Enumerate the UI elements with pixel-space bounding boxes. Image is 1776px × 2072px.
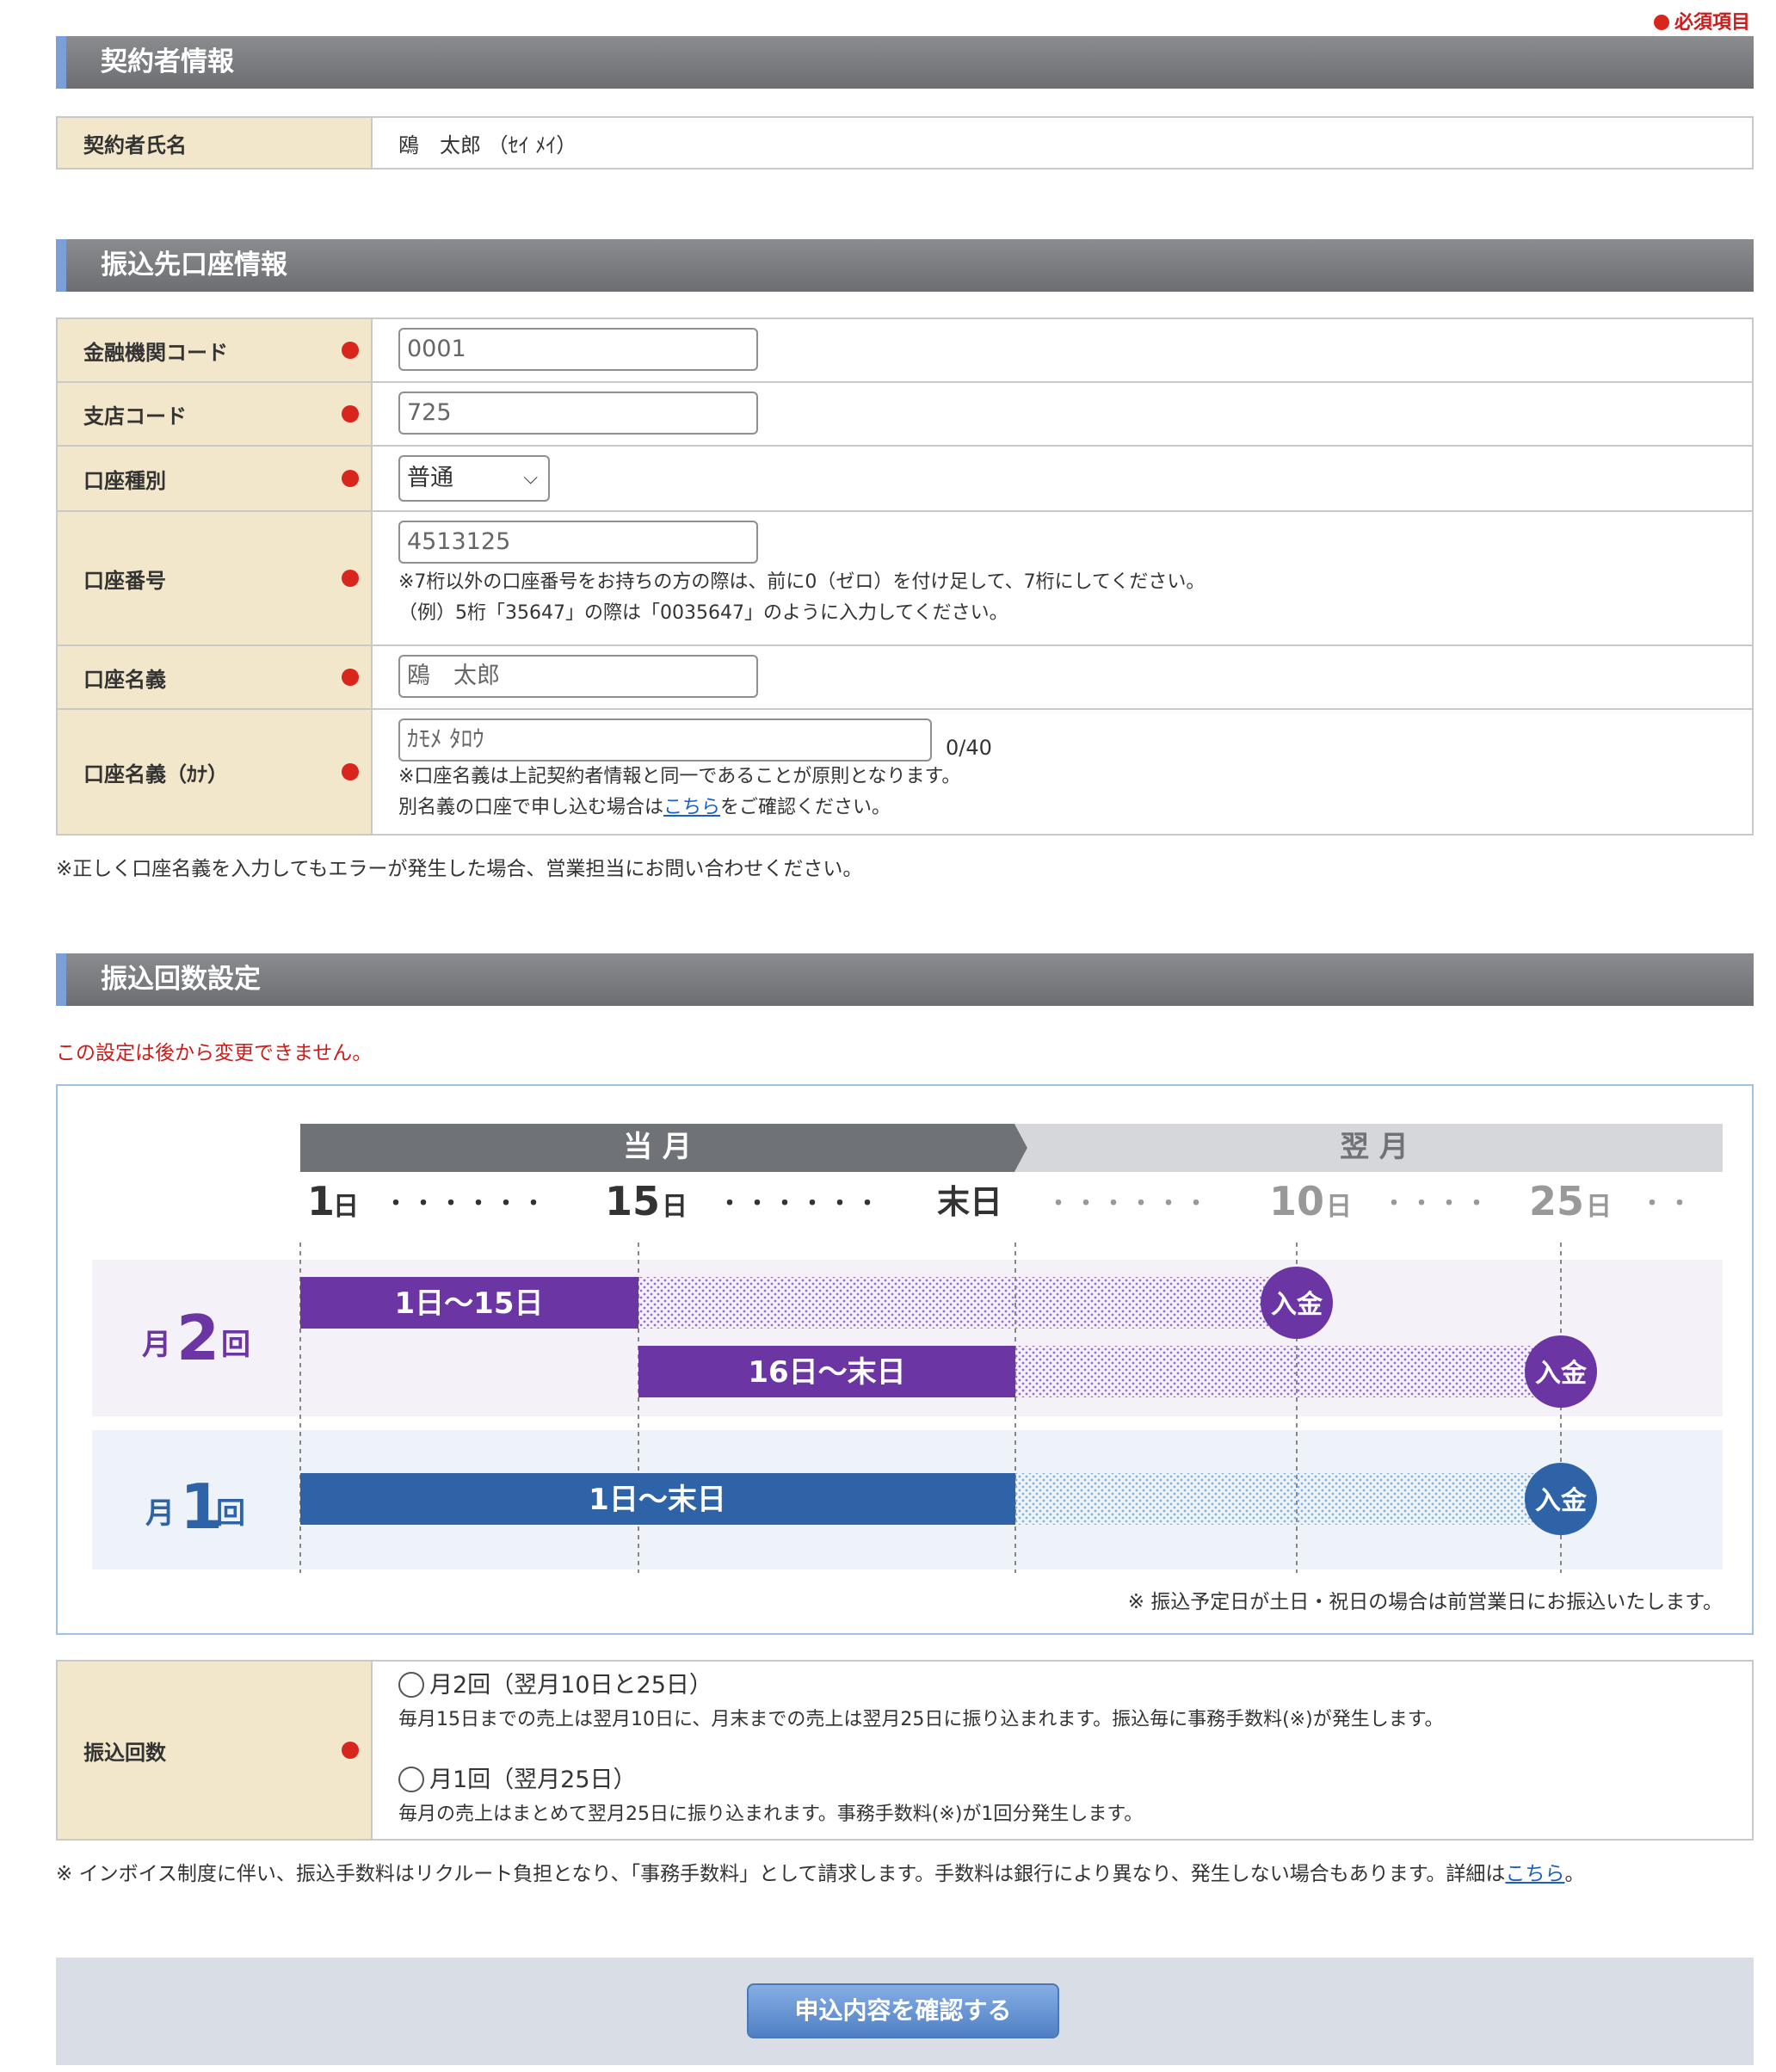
deposit-label-25th: 入金: [1535, 1359, 1588, 1389]
schedule-diagram-svg: 当 月 翌 月 1 日 ・・・・・・ 15 日 ・・・・・・ 末日 ・・・・・・…: [92, 1124, 1723, 1613]
contractor-row: 契約者氏名 鴎 太郎 （ｾｲ ﾒｲ）: [58, 118, 1752, 170]
period-bar-16-end-label: 16日～末日: [748, 1355, 905, 1390]
day1-unit: 日: [333, 1192, 359, 1222]
schedule-diagram: 当 月 翌 月 1 日 ・・・・・・ 15 日 ・・・・・・ 末日 ・・・・・・…: [56, 1084, 1754, 1635]
option-once[interactable]: 月1回（翌月25日）: [398, 1763, 1752, 1798]
account-type-select[interactable]: 普通 ⌵: [398, 455, 550, 502]
day15-unit: 日: [662, 1192, 688, 1222]
day25-number: 25: [1529, 1178, 1584, 1224]
details-link[interactable]: こちら: [1505, 1863, 1564, 1885]
timeline-dots-c: ・・・・・・: [1047, 1191, 1212, 1217]
twice-label-number: 2: [176, 1302, 219, 1374]
frequency-row: 振込回数 月2回（翌月10日と25日） 毎月15日までの売上は翌月10日に、月末…: [58, 1662, 1752, 1841]
wait-band-1: [638, 1277, 1292, 1329]
period-bar-1-end-label: 1日～末日: [589, 1483, 726, 1517]
period-bar-1-15-label: 1日～15日: [395, 1286, 544, 1321]
bank-code-input[interactable]: 0001: [398, 328, 758, 371]
required-dot-icon: [342, 570, 359, 587]
account-number-note: ※7桁以外の口座番号をお持ちの方の際は、前に0（ゼロ）を付け足して、7桁にしてく…: [398, 571, 1206, 593]
account-number-input[interactable]: 4513125: [398, 521, 758, 564]
timeline-dots-e: ・・: [1641, 1191, 1696, 1217]
frequency-label: 振込回数: [83, 1740, 166, 1765]
holder-kana-note-2: 別名義の口座で申し込む場合はこちらをご確認ください。: [398, 797, 891, 818]
holder-kana-note: ※口座名義は上記契約者情報と同一であることが原則となります。: [398, 766, 961, 787]
deposit-label-once: 入金: [1535, 1486, 1588, 1516]
branch-code-row: 支店コード 725: [58, 383, 1752, 447]
current-month-label: 当 月: [623, 1130, 692, 1164]
char-counter: 0/40: [946, 736, 992, 760]
radio-once[interactable]: [398, 1767, 424, 1792]
next-month-label: 翌 月: [1340, 1130, 1409, 1164]
account-number-label: 口座番号: [83, 568, 166, 593]
option-once-desc: 毎月の売上はまとめて翌月25日に振り込まれます。事務手数料(※)が1回分発生しま…: [398, 1804, 1144, 1825]
diagram-note: ※ 振込予定日が土日・祝日の場合は前営業日にお振込いたします。: [1128, 1591, 1723, 1613]
wait-band-3: [1015, 1473, 1557, 1525]
once-label-prefix: 月: [145, 1496, 175, 1531]
day15-number: 15: [605, 1178, 660, 1224]
account-type-row: 口座種別 普通 ⌵: [58, 447, 1752, 512]
holder-name-input[interactable]: 鴎 太郎: [398, 655, 758, 698]
twice-label-suffix: 回: [221, 1328, 250, 1362]
twice-label-prefix: 月: [142, 1328, 171, 1362]
account-type-label: 口座種別: [83, 468, 166, 493]
confirm-button[interactable]: 申込内容を確認する: [747, 1983, 1059, 2038]
bank-code-row: 金融機関コード 0001: [58, 319, 1752, 383]
frequency-warning: この設定は後から変更できません。: [56, 1042, 373, 1064]
option-twice-desc: 毎月15日までの売上は翌月10日に、月末までの売上は翌月25日に振り込まれます。…: [398, 1709, 1444, 1730]
wait-band-2: [1015, 1346, 1557, 1397]
required-dot-icon: [342, 763, 359, 780]
frequency-table: 振込回数 月2回（翌月10日と25日） 毎月15日までの売上は翌月10日に、月末…: [56, 1660, 1754, 1841]
account-footnote: ※正しく口座名義を入力してもエラーが発生した場合、営業担当にお問い合わせください…: [56, 858, 863, 880]
day10-number: 10: [1269, 1178, 1324, 1224]
day1-number: 1: [307, 1178, 335, 1224]
contractor-table: 契約者氏名 鴎 太郎 （ｾｲ ﾒｲ）: [56, 116, 1754, 170]
submit-area: 申込内容を確認する: [56, 1958, 1754, 2065]
section-header-frequency: 振込回数設定: [56, 953, 1754, 1006]
contractor-name-value: 鴎 太郎 （ｾｲ ﾒｲ）: [398, 133, 577, 157]
holder-name-row: 口座名義 鴎 太郎: [58, 646, 1752, 710]
day10-unit: 日: [1326, 1192, 1352, 1222]
required-dot-icon: [342, 669, 359, 686]
required-dot-icon: [342, 1742, 359, 1759]
holder-kana-label: 口座名義（ｶﾅ）: [83, 762, 228, 786]
holder-kana-input[interactable]: ｶﾓﾒ ﾀﾛｳ: [398, 718, 932, 762]
account-table: 金融機関コード 0001 支店コード 725 口座種別 普通 ⌵ 口座番号 451…: [56, 318, 1754, 836]
timeline-dots-a: ・・・・・・: [385, 1191, 550, 1217]
other-name-link[interactable]: こちら: [663, 797, 720, 818]
timeline-dots-d: ・・・・: [1383, 1191, 1493, 1217]
end-of-month-label: 末日: [937, 1183, 1002, 1221]
once-label-suffix: 回: [216, 1496, 245, 1531]
holder-kana-row: 口座名義（ｶﾅ） ｶﾓﾒ ﾀﾛｳ 0/40 ※口座名義は上記契約者情報と同一であ…: [58, 710, 1752, 836]
account-number-row: 口座番号 4513125 ※7桁以外の口座番号をお持ちの方の際は、前に0（ゼロ）…: [58, 512, 1752, 646]
required-dot-icon: [342, 342, 359, 359]
required-dot-icon: [1653, 15, 1669, 30]
option-twice[interactable]: 月2回（翌月10日と25日）: [398, 1668, 1752, 1703]
radio-twice[interactable]: [398, 1672, 424, 1698]
bank-code-label: 金融機関コード: [83, 340, 228, 365]
section-header-account: 振込先口座情報: [56, 239, 1754, 292]
day25-unit: 日: [1586, 1192, 1612, 1222]
invoice-footnote: ※ インボイス制度に伴い、振込手数料はリクルート負担となり、「事務手数料」として…: [56, 1863, 1585, 1885]
required-legend: 必須項目: [1653, 7, 1750, 34]
account-number-example: （例）5桁「35647」の際は「0035647」のように入力してください。: [398, 602, 1008, 624]
branch-code-label: 支店コード: [83, 404, 187, 429]
deposit-label-10th: 入金: [1271, 1290, 1323, 1320]
timeline-dots-b: ・・・・・・: [718, 1191, 884, 1217]
section-header-contractor: 契約者情報: [56, 36, 1754, 89]
branch-code-input[interactable]: 725: [398, 392, 758, 435]
required-dot-icon: [342, 405, 359, 422]
contractor-name-label: 契約者氏名: [58, 118, 373, 168]
required-dot-icon: [342, 470, 359, 487]
holder-name-label: 口座名義: [83, 667, 166, 692]
chevron-down-icon: ⌵: [523, 467, 538, 489]
